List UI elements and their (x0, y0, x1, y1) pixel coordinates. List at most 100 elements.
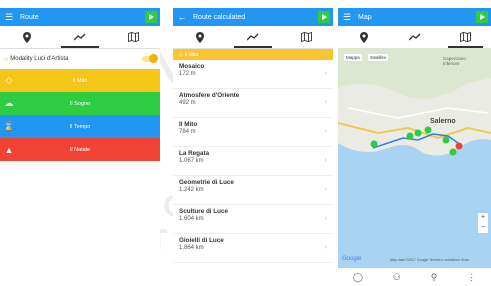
category-il-mito[interactable]: ◇ Il Mito (0, 69, 160, 92)
more-vertical-icon[interactable]: ⋮ (467, 272, 476, 283)
route-name: La Regata (179, 150, 210, 157)
tab-bar (173, 26, 333, 49)
tab-location[interactable] (173, 26, 226, 48)
map-type-satellite[interactable]: Satellite (368, 54, 389, 61)
zoom-in-button[interactable]: + (478, 213, 488, 223)
search-icon[interactable]: ⚲ (431, 272, 438, 283)
map-view[interactable]: Mappa Satellite Capezzano Inferiore Sale… (338, 48, 491, 268)
route-marker[interactable] (414, 129, 422, 137)
category-label: Il Sogno (69, 100, 91, 107)
location-pin-icon (359, 31, 368, 43)
route-list-item[interactable]: Gioielli di Luce 1.864 km ‹ (173, 234, 333, 263)
tab-route[interactable] (226, 26, 279, 48)
route-marker[interactable] (370, 140, 378, 148)
trend-icon (73, 33, 86, 41)
tab-map[interactable] (107, 26, 160, 48)
menu-icon[interactable]: ☰ (0, 8, 18, 26)
screen-title: Map (358, 13, 372, 21)
chevron-left-icon: ‹ (324, 128, 327, 135)
trend-icon (408, 33, 420, 41)
tab-bar (0, 26, 160, 49)
route-distance: 1.242 km (179, 187, 204, 193)
category-il-natale[interactable]: ▲ Il Natale (0, 138, 160, 161)
bulb-icon: ○ (4, 55, 9, 63)
category-label: Il Natale (69, 146, 91, 153)
route-marker[interactable] (406, 132, 414, 140)
city-label: Salerno (430, 118, 456, 125)
route-distance: 172 m (179, 71, 196, 77)
hourglass-icon: ⌛ (3, 121, 15, 131)
back-arrow-icon[interactable]: ← (173, 8, 191, 26)
route-marker[interactable] (442, 136, 450, 144)
route-calculated-screen: ← Route calculated ◇ Il Mito Mosaico 172 … (173, 8, 333, 286)
trend-icon (246, 33, 259, 41)
route-screen: ☰ Route ○ Modality Luci d'Artista ◇ Il M… (0, 8, 160, 286)
tab-location[interactable] (0, 26, 53, 48)
category-label: Il Mito (72, 77, 88, 84)
route-list-item[interactable]: Atmosfere d'Oriente 492 m ‹ (173, 89, 333, 118)
chevron-left-icon: ‹ (324, 186, 327, 193)
route-distance: 1.067 km (179, 158, 204, 164)
screen-title: Route calculated (193, 13, 246, 21)
route-list-item[interactable]: Sculture di Luce 1.604 km ‹ (173, 205, 333, 234)
map-screen: ☰ Map Mappa Satellite Capezzano Inferior… (338, 8, 491, 286)
category-banner: ◇ Il Mito (173, 49, 333, 60)
play-button[interactable] (145, 11, 157, 23)
zoom-out-button[interactable]: − (478, 223, 488, 233)
category-il-sogno[interactable]: ☁ Il Sogno (0, 92, 160, 115)
route-name: Il Mito (179, 121, 198, 128)
map-icon (300, 32, 312, 42)
route-name: Gioielli di Luce (179, 237, 224, 244)
locate-icon[interactable]: ◯ (353, 272, 363, 283)
google-logo: Google (342, 256, 362, 262)
category-label: Il Tempo (69, 123, 91, 130)
tab-map[interactable] (440, 26, 491, 48)
cloud-icon: ☁ (4, 98, 14, 108)
banner-label: Il Mito (184, 51, 199, 58)
route-name: Sculture di Luce (179, 208, 228, 215)
play-button[interactable] (476, 11, 488, 23)
route-distance: 1.864 km (179, 245, 204, 251)
tab-map[interactable] (280, 26, 333, 48)
menu-icon[interactable]: ☰ (338, 8, 356, 26)
route-list-item[interactable]: La Regata 1.067 km ‹ (173, 147, 333, 176)
route-distance: 492 m (179, 100, 196, 106)
route-list-item[interactable]: Mosaico 172 m ‹ (173, 60, 333, 89)
tab-bar (338, 26, 491, 49)
route-list-item[interactable]: Geometrie di Luce 1.242 km ‹ (173, 176, 333, 205)
chevron-left-icon: ‹ (324, 157, 327, 164)
app-bar: ☰ Map (338, 8, 491, 26)
chevron-left-icon: ‹ (324, 215, 327, 222)
category-il-tempo[interactable]: ⌛ Il Tempo (0, 115, 160, 138)
area-label: Capezzano Inferiore (443, 56, 466, 66)
app-bar: ☰ Route (0, 8, 160, 26)
zoom-controls: + − (478, 213, 488, 233)
route-name: Atmosfere d'Oriente (179, 92, 240, 99)
map-icon (127, 32, 139, 42)
walk-icon[interactable]: ⚇ (393, 272, 401, 283)
screen-title: Route (20, 13, 39, 21)
play-icon (149, 14, 154, 20)
chevron-left-icon: ‹ (324, 99, 327, 106)
modality-toggle-row: ○ Modality Luci d'Artista (0, 49, 160, 69)
tree-icon: ▲ (4, 144, 14, 155)
tab-route[interactable] (389, 26, 440, 48)
toggle-label: Modality Luci d'Artista (10, 56, 69, 62)
tab-location[interactable] (338, 26, 389, 48)
route-marker[interactable] (424, 126, 432, 134)
diamond-icon: ◇ (5, 75, 13, 85)
map-icon (460, 32, 471, 42)
route-marker[interactable] (449, 148, 457, 156)
route-list-item[interactable]: Il Mito 784 m ‹ (173, 118, 333, 147)
chevron-left-icon: ‹ (324, 244, 327, 251)
app-bar: ← Route calculated (173, 8, 333, 26)
play-button[interactable] (318, 11, 330, 23)
route-marker[interactable] (455, 142, 463, 150)
map-canvas (338, 48, 491, 268)
tab-route[interactable] (53, 26, 106, 48)
map-bottom-bar: ◯ ⚇ ⚲ ⋮ (338, 268, 491, 286)
play-icon (322, 14, 327, 20)
route-distance: 784 m (179, 129, 196, 135)
modality-switch[interactable] (142, 54, 158, 63)
map-type-mappa[interactable]: Mappa (344, 54, 362, 61)
